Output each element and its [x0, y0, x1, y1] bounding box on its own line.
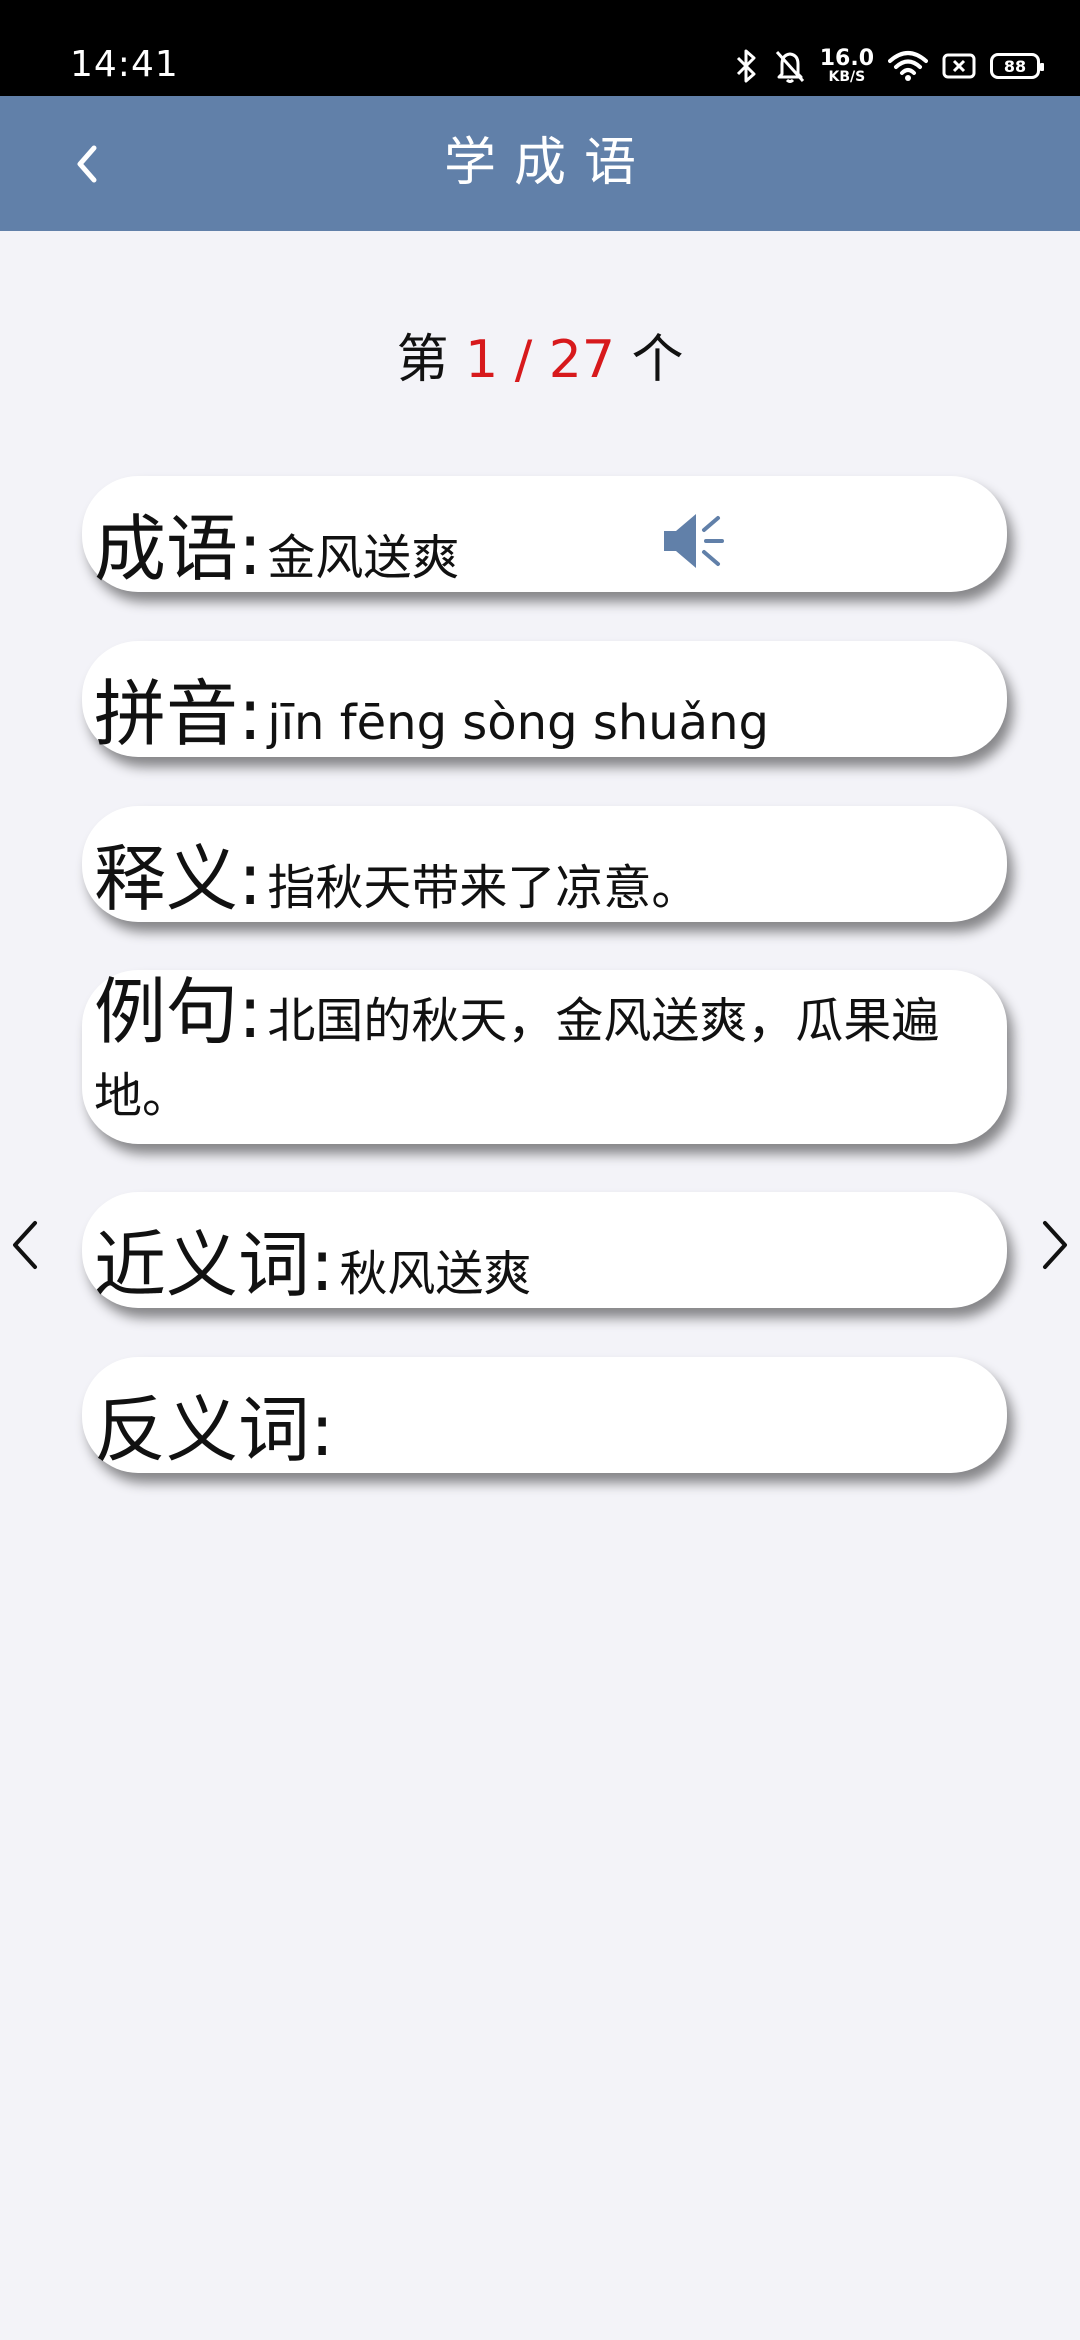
- status-bar: 14:41 16.0 KB/S 88: [0, 0, 1080, 96]
- status-icons: 16.0 KB/S 88: [734, 42, 1044, 90]
- page-title: 学成语: [443, 133, 654, 193]
- bluetooth-icon: [736, 49, 756, 83]
- status-time: 14:41: [70, 44, 179, 85]
- antonym-label: 反义词:: [94, 1388, 335, 1472]
- prev-button[interactable]: [0, 1210, 50, 1280]
- network-speed-value: 16.0: [819, 46, 874, 71]
- chevron-right-icon: [1043, 1221, 1067, 1269]
- antonym-card: 反义词:: [82, 1357, 1007, 1473]
- synonym-value: 秋风送爽: [339, 1246, 532, 1302]
- antonym-line: 反义词:: [94, 1371, 989, 1476]
- synonym-line: 近义词: 秋风送爽: [94, 1206, 989, 1311]
- idiom-line: 成语: 金风送爽: [94, 490, 989, 595]
- counter-current: 1: [465, 330, 499, 390]
- meaning-card: 释义: 指秋天带来了凉意。: [82, 806, 1007, 922]
- mute-bell-icon: [775, 50, 804, 83]
- speaker-icon[interactable]: [660, 506, 730, 576]
- meaning-value: 指秋天带来了凉意。: [267, 860, 700, 916]
- idiom-label: 成语:: [94, 507, 263, 591]
- synonym-label: 近义词:: [94, 1223, 335, 1307]
- counter-prefix: 第: [396, 330, 449, 390]
- pinyin-line: 拼音: jīn fēng sòng shuǎng: [94, 655, 989, 760]
- chevron-left-icon: [13, 1221, 37, 1269]
- idiom-card: 成语: 金风送爽: [82, 476, 1007, 592]
- network-speed-unit: KB/S: [828, 69, 866, 85]
- example-label: 例句:: [94, 970, 263, 1054]
- network-speed: 16.0 KB/S: [819, 46, 874, 85]
- sim-off-icon: [942, 53, 976, 79]
- app-bar: 学成语: [0, 96, 1080, 231]
- counter-separator: /: [514, 330, 533, 390]
- pinyin-value: jīn fēng sòng shuǎng: [267, 695, 769, 751]
- example-card: 例句: 北国的秋天，金风送爽，瓜果遍地。: [82, 970, 1007, 1144]
- counter-suffix: 个: [631, 330, 684, 390]
- counter-total: 27: [548, 330, 615, 390]
- next-button[interactable]: [1030, 1210, 1080, 1280]
- battery-icon: 88: [990, 53, 1044, 79]
- pinyin-card: 拼音: jīn fēng sòng shuǎng: [82, 641, 1007, 757]
- idiom-value: 金风送爽: [267, 530, 460, 586]
- battery-level: 88: [1003, 56, 1027, 76]
- meaning-line: 释义: 指秋天带来了凉意。: [94, 820, 989, 925]
- progress-counter: 第 1 / 27 个: [0, 330, 1080, 390]
- meaning-label: 释义:: [94, 837, 263, 921]
- wifi-icon: [888, 51, 928, 81]
- pinyin-label: 拼音:: [94, 672, 263, 756]
- synonym-card: 近义词: 秋风送爽: [82, 1192, 1007, 1308]
